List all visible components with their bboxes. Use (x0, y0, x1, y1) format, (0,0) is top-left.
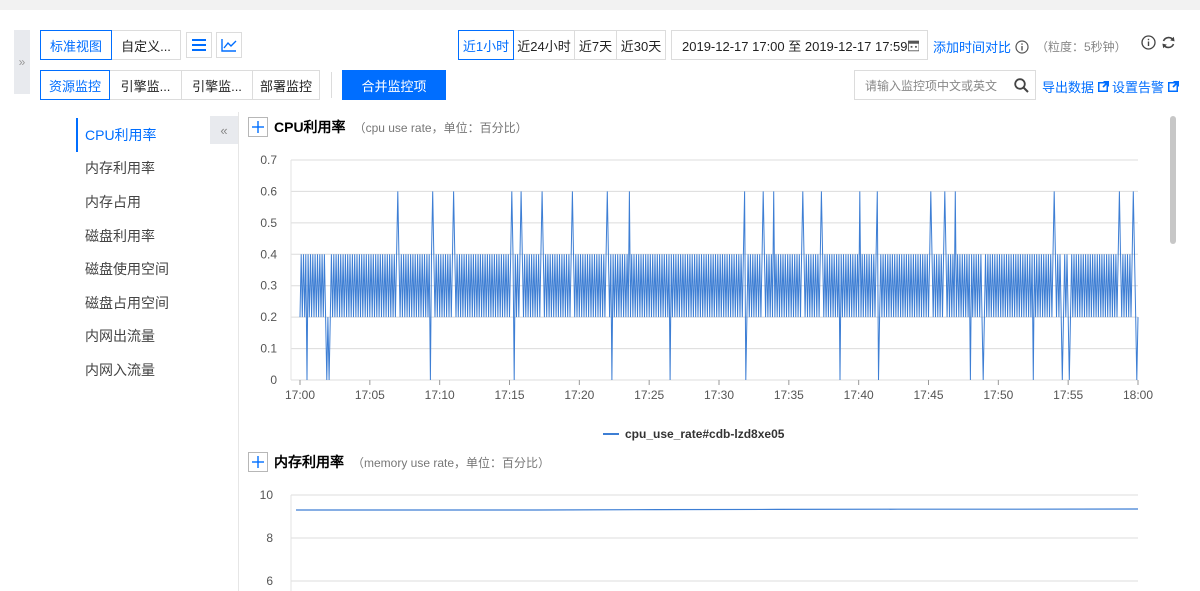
time-range-24h[interactable]: 近24小时 (513, 30, 575, 60)
menu-item-memory-use-rate[interactable]: 内存利用率 (76, 152, 226, 186)
series-line (296, 508, 1139, 511)
menu-item-memory-usage[interactable]: 内存占用 (76, 185, 226, 219)
time-range-30d[interactable]: 近30天 (616, 30, 666, 60)
y-tick-label: 8 (266, 531, 273, 545)
x-tick-label: 17:10 (425, 388, 455, 402)
menu-item-disk-used-space[interactable]: 磁盘使用空间 (76, 252, 226, 286)
y-tick-label: 0.7 (260, 153, 277, 167)
time-range-7d[interactable]: 近7天 (574, 30, 617, 60)
calendar-icon (907, 40, 919, 51)
x-tick-label: 17:00 (285, 388, 315, 402)
list-view-icon[interactable] (186, 32, 212, 58)
set-alarm-label: 设置告警 (1112, 80, 1165, 95)
chart-subtitle: （cpu use rate，单位：百分比） (353, 120, 528, 135)
refresh-icon[interactable] (1161, 35, 1176, 50)
x-tick-label: 17:05 (355, 388, 385, 402)
export-data-label: 导出数据 (1042, 80, 1095, 95)
menu-item-net-out[interactable]: 内网出流量 (76, 320, 226, 354)
x-tick-label: 17:15 (494, 388, 524, 402)
x-tick-label: 17:50 (983, 388, 1013, 402)
chart-view-icon[interactable] (216, 32, 242, 58)
search-icon[interactable] (1007, 77, 1035, 93)
panel-divider (238, 112, 239, 591)
metric-search[interactable]: 请输入监控项中文或英文 (854, 70, 1036, 100)
external-link-icon (1168, 81, 1180, 92)
date-range-picker[interactable]: 2019-12-17 17:00 至 2019-12-17 17:59 (671, 30, 928, 60)
scrollbar[interactable] (1170, 116, 1176, 244)
tab-custom-view[interactable]: 自定义... (111, 30, 181, 60)
x-tick-label: 17:45 (913, 388, 943, 402)
y-tick-label: 0.1 (260, 342, 277, 356)
memory-line-chart: 10 8 6 (260, 488, 1139, 591)
x-tick-label: 17:40 (844, 388, 874, 402)
chart-title: 内存利用率 (274, 454, 344, 470)
toolbar-divider (331, 72, 332, 98)
menu-item-cpu-use-rate[interactable]: CPU利用率 (76, 118, 226, 152)
add-time-compare-label: 添加时间对比 (933, 40, 1012, 55)
search-input[interactable]: 请输入监控项中文或英文 (855, 77, 1007, 94)
metric-menu: CPU利用率 内存利用率 内存占用 磁盘利用率 磁盘使用空间 磁盘占用空间 内网… (76, 118, 226, 387)
add-chart-icon[interactable] (248, 117, 268, 137)
info-icon (1015, 39, 1029, 54)
granularity-text: （粒度：5秒钟） (1036, 40, 1127, 54)
expand-panel-icon[interactable]: » (14, 30, 30, 94)
set-alarm-link[interactable]: 设置告警 (1112, 77, 1180, 96)
chart-header-memory: 内存利用率 （memory use rate，单位：百分比） (248, 452, 550, 472)
export-data-link[interactable]: 导出数据 (1042, 77, 1110, 96)
tab-resource-monitor[interactable]: 资源监控 (40, 70, 110, 100)
tab-engine-monitor-1[interactable]: 引擎监... (109, 70, 182, 100)
y-tick-label: 6 (266, 574, 273, 588)
y-tick-label: 0.3 (260, 279, 277, 293)
cpu-line-chart: 0 0.1 0.2 0.3 0.4 0.5 0.6 0.7 17:00 17:05 17:10 17:… (260, 153, 1153, 441)
tab-standard-view[interactable]: 标准视图 (40, 30, 112, 60)
collapse-menu-icon[interactable]: « (210, 116, 238, 144)
date-range-text: 2019-12-17 17:00 至 2019-12-17 17:59 (682, 38, 908, 54)
x-tick-label: 17:35 (774, 388, 804, 402)
x-tick-label: 17:20 (564, 388, 594, 402)
legend: cpu_use_rate#cdb-lzd8xe05 (603, 427, 785, 441)
add-chart-icon[interactable] (248, 452, 268, 472)
tab-deploy-monitor[interactable]: 部署监控 (252, 70, 320, 100)
x-tick-label: 18:00 (1123, 388, 1153, 402)
tab-engine-monitor-2[interactable]: 引擎监... (181, 70, 253, 100)
merge-monitor-button[interactable]: 合并监控项 (342, 70, 446, 100)
chart-header-cpu: CPU利用率 （cpu use rate，单位：百分比） (248, 117, 528, 137)
y-tick-label: 0.6 (260, 184, 277, 198)
chart-title: CPU利用率 (274, 119, 346, 135)
time-range-1h[interactable]: 近1小时 (458, 30, 514, 60)
legend-label: cpu_use_rate#cdb-lzd8xe05 (625, 427, 785, 441)
top-strip (0, 0, 1200, 10)
y-tick-label: 0.5 (260, 216, 277, 230)
menu-item-net-in[interactable]: 内网入流量 (76, 353, 226, 387)
x-tick-label: 17:55 (1053, 388, 1083, 402)
y-tick-label: 0.2 (260, 310, 277, 324)
menu-item-disk-occupied-space[interactable]: 磁盘占用空间 (76, 286, 226, 320)
help-info-icon[interactable] (1141, 35, 1156, 50)
x-tick-label: 17:25 (634, 388, 664, 402)
external-link-icon (1098, 81, 1110, 92)
y-tick-label: 10 (260, 488, 274, 502)
add-time-compare-link[interactable]: 添加时间对比 (933, 37, 1029, 56)
chart-subtitle: （memory use rate，单位：百分比） (352, 455, 551, 470)
y-tick-label: 0 (270, 373, 277, 387)
y-tick-label: 0.4 (260, 247, 277, 261)
x-tick-label: 17:30 (704, 388, 734, 402)
menu-item-disk-use-rate[interactable]: 磁盘利用率 (76, 219, 226, 253)
